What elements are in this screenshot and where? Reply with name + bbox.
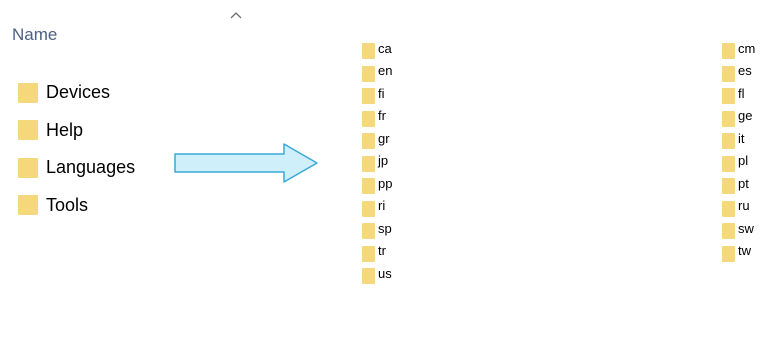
folder-item-cm[interactable]: cm [722,37,755,60]
folder-item-fr[interactable]: fr [362,105,392,128]
folder-icon [722,223,735,240]
folder-label: fi [378,85,385,101]
folder-item-ri[interactable]: ri [362,195,392,218]
folder-label: sp [378,220,392,236]
folder-item-ge[interactable]: ge [722,105,755,128]
folder-item-tools[interactable]: Tools [18,187,135,225]
folder-item-tr[interactable]: tr [362,240,392,263]
folder-icon [18,82,38,103]
folder-item-pp[interactable]: pp [362,172,392,195]
folder-item-devices[interactable]: Devices [18,74,135,112]
languages-subfolder-column-2: cm es fl ge it pl pt ru sw tw [722,37,755,262]
folder-label: Devices [46,82,111,103]
folder-item-sp[interactable]: sp [362,217,392,240]
folder-icon [362,110,375,127]
folder-label: en [378,63,393,79]
folder-icon [18,120,38,141]
folder-label: fr [378,108,386,124]
folder-icon [362,245,375,262]
folder-item-tw[interactable]: tw [722,240,755,263]
folder-icon [362,200,375,217]
arrow-right-icon [174,143,318,183]
folder-icon [722,200,735,217]
folder-item-ru[interactable]: ru [722,195,755,218]
folder-icon [722,178,735,195]
folder-icon [722,245,735,262]
folder-icon [18,195,38,216]
folder-item-pl[interactable]: pl [722,150,755,173]
folder-icon [362,178,375,195]
folder-item-fl[interactable]: fl [722,82,755,105]
folder-icon [362,65,375,82]
folder-item-help[interactable]: Help [18,112,135,150]
folder-icon [722,110,735,127]
folder-label: Tools [46,194,89,215]
folder-item-sw[interactable]: sw [722,217,755,240]
folder-icon [362,88,375,105]
folder-label: cm [738,40,756,56]
folder-label: es [738,63,752,79]
folder-label: pl [738,153,749,169]
folder-icon [722,65,735,82]
folder-label: Help [46,119,84,140]
folder-icon [362,43,375,60]
folder-label: fl [738,85,745,101]
folder-item-en[interactable]: en [362,60,392,83]
folder-label: sw [738,220,754,236]
folder-item-es[interactable]: es [722,60,755,83]
folder-item-us[interactable]: us [362,262,392,285]
folder-icon [362,133,375,150]
folder-icon [722,88,735,105]
folder-label: it [738,130,745,146]
folder-item-gr[interactable]: gr [362,127,392,150]
languages-subfolder-column-1: ca en fi fr gr jp pp ri sp tr us [362,37,392,285]
folder-icon [722,155,735,172]
folder-item-it[interactable]: it [722,127,755,150]
folder-label: pp [378,175,393,191]
folder-label: pt [738,175,749,191]
folder-item-fi[interactable]: fi [362,82,392,105]
folder-label: Languages [46,157,136,178]
chevron-up-icon[interactable] [229,10,243,20]
folder-icon [18,157,38,178]
folder-label: tr [378,243,386,259]
folder-icon [362,155,375,172]
top-level-folder-list: Devices Help Languages Tools [18,74,135,224]
folder-icon [362,268,375,285]
folder-item-languages[interactable]: Languages [18,149,135,187]
folder-item-jp[interactable]: jp [362,150,392,173]
folder-label: tw [738,243,751,259]
folder-label: ge [738,108,753,124]
folder-item-ca[interactable]: ca [362,37,392,60]
folder-icon [722,43,735,60]
name-column-header[interactable]: Name [12,25,57,45]
folder-icon [362,223,375,240]
folder-icon [722,133,735,150]
folder-label: ri [378,198,386,214]
folder-label: jp [378,153,389,169]
folder-label: gr [378,130,390,146]
folder-label: us [378,265,392,281]
folder-label: ca [378,40,392,56]
folder-item-pt[interactable]: pt [722,172,755,195]
folder-label: ru [738,198,750,214]
